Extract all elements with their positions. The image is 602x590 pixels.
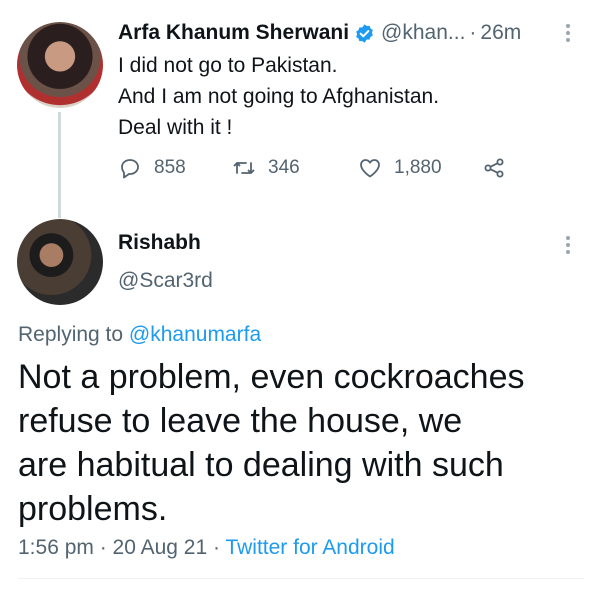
- separator-dot: ·: [469, 21, 477, 44]
- like-count: 1,880: [394, 157, 442, 178]
- avatar[interactable]: [17, 219, 103, 305]
- share-icon: [484, 158, 504, 178]
- timestamp[interactable]: 1:56 pm · 20 Aug 21 ·: [18, 536, 220, 559]
- replying-prefix: Replying to: [18, 323, 124, 346]
- tweet-text-line: And I am not going to Afghanistan.: [118, 85, 440, 108]
- retweet-button[interactable]: 346: [232, 152, 300, 184]
- client-link[interactable]: Twitter for Android: [225, 536, 394, 559]
- divider: [18, 578, 584, 579]
- tweet-text-line: are habitual to dealing with such: [18, 446, 504, 484]
- tweet-text-line: I did not go to Pakistan.: [118, 54, 338, 77]
- thread-connector-line: [58, 112, 61, 218]
- retweet-count: 346: [268, 157, 300, 178]
- tweet-actions: 858 346 1,880: [118, 152, 538, 184]
- retweet-icon: [233, 162, 255, 174]
- author-name[interactable]: Rishabh: [118, 228, 201, 258]
- tweet-text-line: refuse to leave the house, we: [18, 402, 463, 440]
- like-icon: [360, 159, 380, 178]
- reply-button[interactable]: 858: [118, 152, 186, 184]
- tweet1-header: Arfa Khanum Sherwani @khan... · 26m: [118, 18, 564, 48]
- verified-badge-icon: [356, 23, 373, 43]
- avatar[interactable]: [17, 22, 103, 108]
- like-button[interactable]: 1,880: [358, 152, 442, 184]
- author-handle[interactable]: @khan...: [381, 18, 465, 48]
- reply-icon: [121, 159, 139, 179]
- author-name[interactable]: Arfa Khanum Sherwani: [118, 18, 349, 48]
- tweet-text-line: Not a problem, even cockroaches: [18, 358, 525, 396]
- tweet2-text: Not a problem, even cockroaches refuse t…: [18, 355, 588, 531]
- author-handle[interactable]: @Scar3rd: [118, 266, 213, 296]
- tweet-text-line: problems.: [18, 490, 168, 528]
- tweet-text-line: Deal with it !: [118, 116, 233, 139]
- tweet-time[interactable]: 26m: [480, 18, 521, 48]
- tweet-metadata: 1:56 pm · 20 Aug 21 · Twitter for Androi…: [18, 533, 395, 563]
- more-icon[interactable]: [566, 236, 570, 257]
- replying-mention-link[interactable]: @khanumarfa: [129, 323, 261, 346]
- more-icon[interactable]: [566, 24, 570, 45]
- replying-to: Replying to @khanumarfa: [18, 320, 261, 350]
- share-button[interactable]: [482, 152, 506, 184]
- tweet-thread: Arfa Khanum Sherwani @khan... · 26m I di…: [0, 0, 602, 590]
- reply-count: 858: [154, 157, 186, 178]
- tweet1-text: I did not go to Pakistan. And I am not g…: [118, 50, 558, 143]
